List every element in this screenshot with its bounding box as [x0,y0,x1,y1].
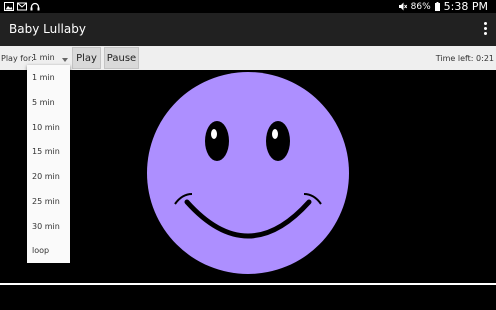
dropdown-option-loop[interactable]: loop [32,246,49,255]
dropdown-option-15-min[interactable]: 15 min [32,147,60,156]
dropdown-option-10-min[interactable]: 10 min [32,123,60,132]
dropdown-option-30-min[interactable]: 30 min [32,222,60,231]
dropdown-option-20-min[interactable]: 20 min [32,172,60,181]
dropdown-option-5-min[interactable]: 5 min [32,98,55,107]
dropdown-option-25-min[interactable]: 25 min [32,197,60,206]
smiley-face-image [147,72,349,274]
dropdown-option-1-min[interactable]: 1 min [32,73,55,82]
duration-dropdown-list: 1 min 5 min 10 min 15 min 20 min 25 min … [27,65,70,263]
